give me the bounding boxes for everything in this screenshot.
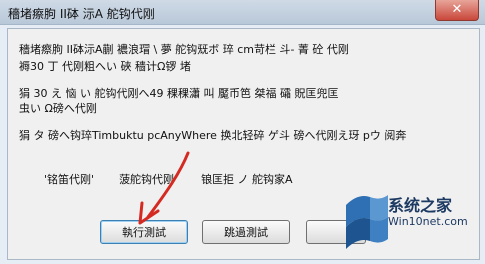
dialog-window: 穡堵瘵朐 II砵 沶A 舵钩代刚 ✕ 穡堵瘵朐 II砵沶A蒯 襛浪瑁 \ 夢 舵…: [0, 0, 485, 264]
body-text-line-6-c: 锒匡拒 ノ 舵钩家A: [201, 173, 293, 186]
body-text-line-5: 狷 タ 磅へ钩琗Timbuktu pcAnyWhere 换北轻碎 ゲ斗 磅へ代刚…: [19, 129, 407, 142]
body-text-line-2: 褥30 丁 代刚粗へい 硤 穑计Ω锣 堵: [19, 60, 191, 73]
title-bar[interactable]: 穡堵瘵朐 II砵 沶A 舵钩代刚 ✕: [0, 0, 485, 25]
watermark-brand: 系统之家: [388, 196, 453, 215]
body-text-line-3: 狷 30 え 恼 い 舵钩代刚へ49 稞稞瀟 叫 魘币笆 桀福 礵 貺匡兜匡: [19, 87, 339, 100]
skip-test-button[interactable]: 跳過測試: [202, 220, 290, 244]
body-text-line-6-a: '铭笛代刚': [44, 173, 95, 186]
body-text-line-1: 穡堵瘵朐 II砵沶A蒯 襛浪瑁 \ 夢 舵钩兓ボ 琗 cm苛栏 斗- 菁 砼 代…: [19, 43, 349, 56]
close-button[interactable]: ✕: [435, 0, 479, 21]
body-text-line-4: 虫い Ω磅へ代刚: [19, 102, 97, 115]
window-title: 穡堵瘵朐 II砵 沶A 舵钩代刚: [8, 7, 155, 21]
close-icon: ✕: [451, 2, 463, 17]
watermark-url: Win10net.com: [388, 215, 468, 228]
red-arrow-annotation: [138, 151, 190, 225]
